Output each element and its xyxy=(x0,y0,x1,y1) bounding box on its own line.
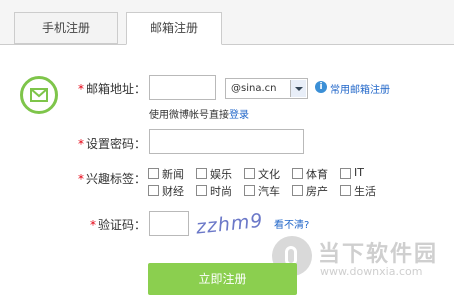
interest-checkbox[interactable] xyxy=(292,168,303,179)
interest-label: 娱乐 xyxy=(210,168,232,181)
info-icon: i xyxy=(315,81,327,93)
captcha-field[interactable] xyxy=(149,211,189,236)
interest-label: 生活 xyxy=(354,185,376,198)
refresh-captcha-link[interactable]: 看不清? xyxy=(274,216,309,231)
interest-checkbox[interactable] xyxy=(244,168,255,179)
interest-label: 体育 xyxy=(306,168,328,181)
email-label: * 邮箱地址： xyxy=(77,82,146,96)
interest-label: IT xyxy=(354,166,364,179)
register-submit-button[interactable]: 立即注册 xyxy=(148,263,297,295)
weibo-hint: 使用微博帐号直接登录 xyxy=(149,110,249,121)
interest-checkbox[interactable] xyxy=(244,185,255,196)
interest-label: 财经 xyxy=(162,185,184,198)
interest-checkbox[interactable] xyxy=(148,185,159,196)
watermark-brand: 当下软件园 xyxy=(318,242,439,267)
captcha-label: * 验证码： xyxy=(89,218,146,232)
interest-label: 房产 xyxy=(306,185,328,198)
password-field[interactable] xyxy=(149,129,304,154)
captcha-image[interactable]: zzhm9 xyxy=(195,209,267,240)
interest-checkbox[interactable] xyxy=(292,185,303,196)
interest-checkbox[interactable] xyxy=(196,168,207,179)
interest-checkbox[interactable] xyxy=(340,168,351,179)
chevron-down-icon xyxy=(290,80,306,97)
mail-icon xyxy=(20,76,58,114)
common-email-link[interactable]: 常用邮箱注册 xyxy=(330,81,390,96)
watermark-url: www.downxia.com xyxy=(320,265,423,278)
tab-phone-register[interactable]: 手机注册 xyxy=(14,12,118,44)
interest-checkbox[interactable] xyxy=(196,185,207,196)
interests-label: * 兴趣标签： xyxy=(77,172,146,186)
interest-label: 新闻 xyxy=(162,168,184,181)
interest-label: 文化 xyxy=(258,168,280,181)
interest-checkbox[interactable] xyxy=(148,168,159,179)
interest-checkbox[interactable] xyxy=(340,185,351,196)
password-label: * 设置密码： xyxy=(77,137,146,151)
login-link[interactable]: 登录 xyxy=(229,110,249,121)
domain-selected-value: @sina.cn xyxy=(231,83,277,94)
interest-label: 汽车 xyxy=(258,185,280,198)
email-domain-select[interactable]: @sina.cn xyxy=(225,78,308,99)
tab-bar: 手机注册 邮箱注册 xyxy=(0,0,454,45)
interest-label: 时尚 xyxy=(210,185,232,198)
tab-email-register[interactable]: 邮箱注册 xyxy=(126,12,222,45)
email-field[interactable] xyxy=(149,75,216,100)
